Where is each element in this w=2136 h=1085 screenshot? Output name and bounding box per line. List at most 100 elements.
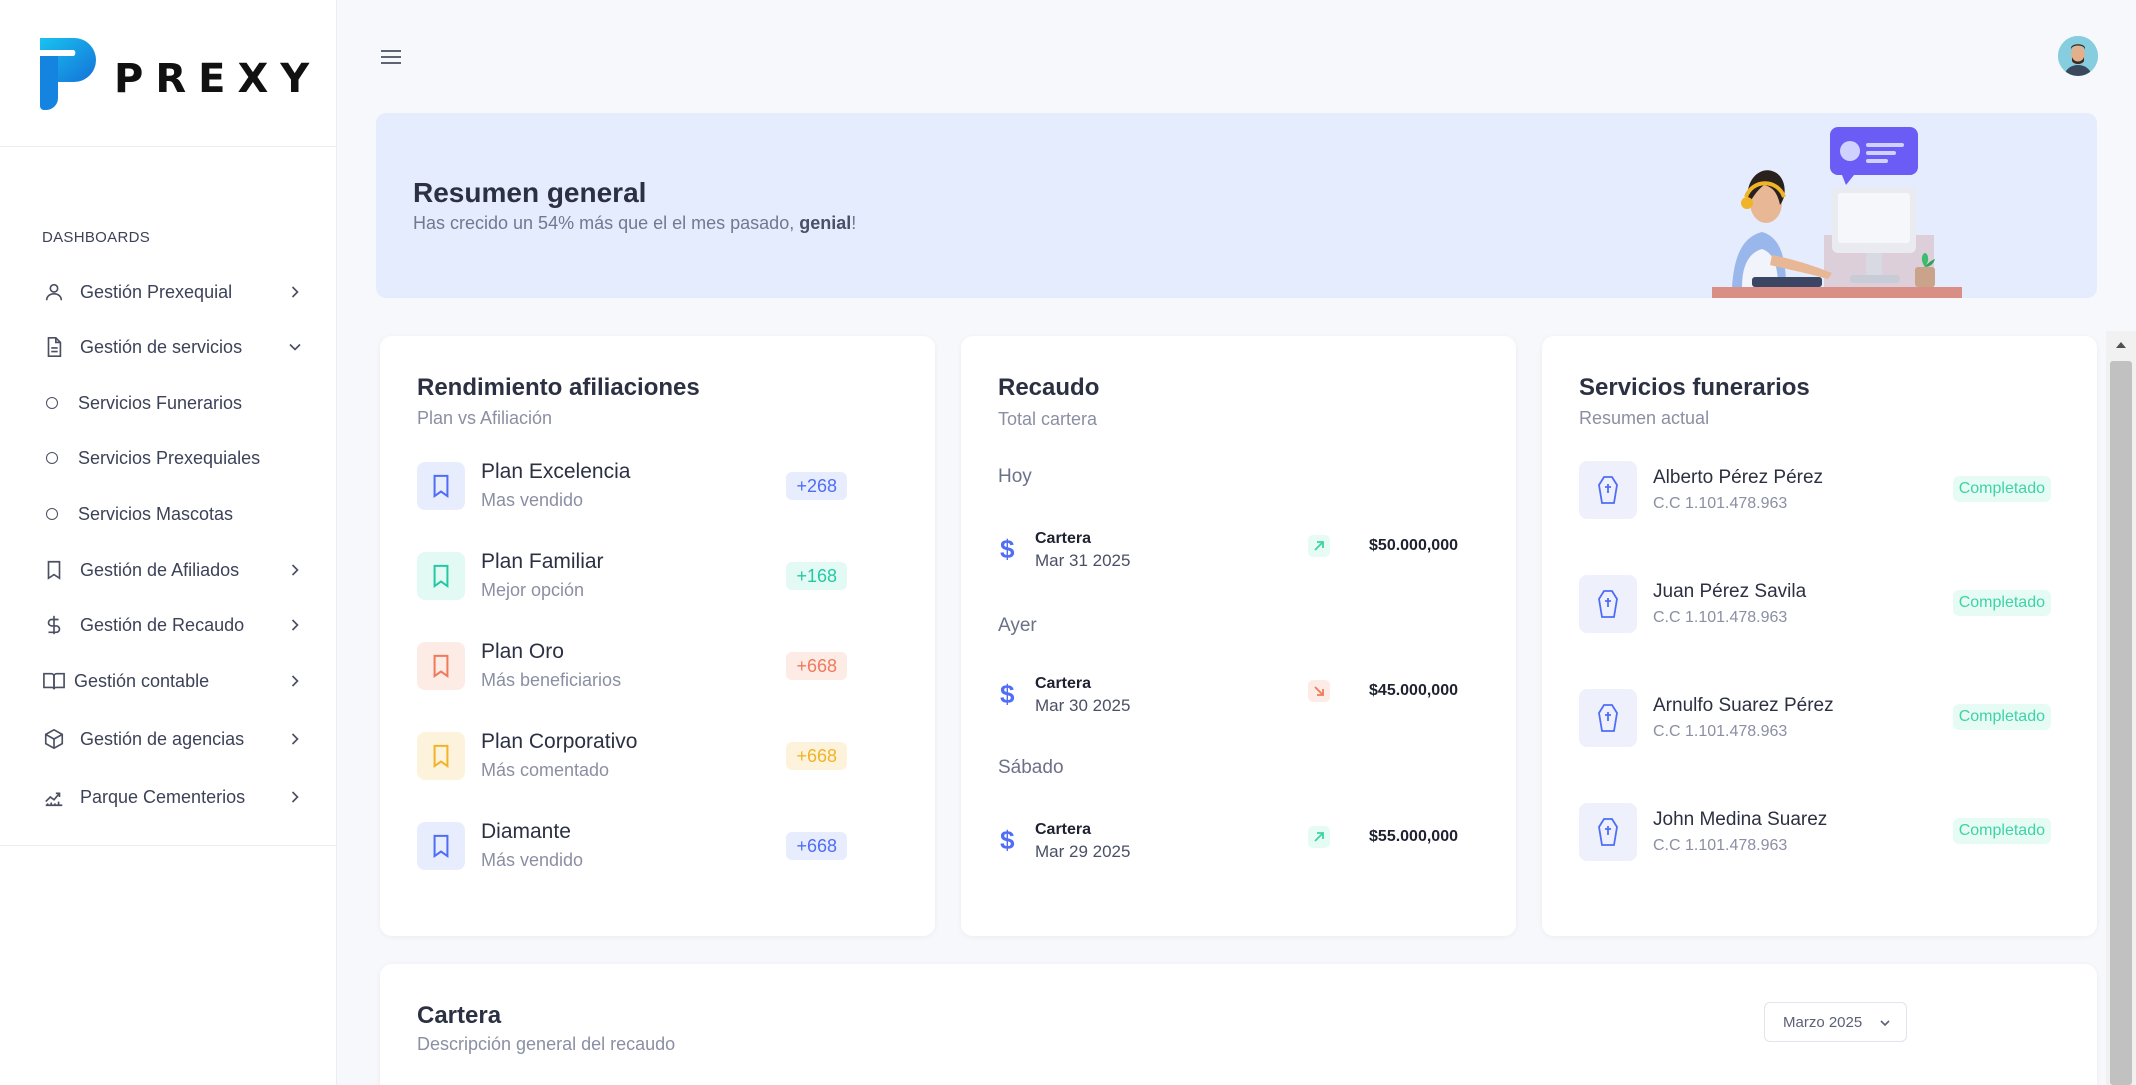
plan-name: Plan Oro: [481, 640, 564, 663]
deceased-id: C.C 1.101.478.963: [1653, 837, 1788, 854]
scrollbar-thumb[interactable]: [2110, 361, 2132, 1085]
period-select[interactable]: Marzo 2025: [1764, 1002, 1907, 1042]
chevron-right-icon: [291, 675, 299, 687]
plan-row-diamante[interactable]: Diamante Más vendido +668: [417, 820, 847, 876]
scroll-up-arrow-icon[interactable]: [2106, 331, 2136, 359]
card-subtitle: Descripción general del recaudo: [417, 1034, 676, 1054]
status-badge: Completado: [1952, 590, 2051, 616]
deceased-name: John Medina Suarez: [1653, 809, 1828, 830]
bookmark-icon: [417, 642, 465, 690]
plan-desc: Más vendido: [481, 850, 584, 870]
banner-title: Resumen general: [413, 177, 647, 208]
plan-badge: +668: [786, 832, 847, 860]
deceased-name: Arnulfo Suarez Pérez: [1653, 695, 1834, 716]
user-icon: [40, 278, 68, 306]
bookmark-icon: [417, 732, 465, 780]
sidebar-item-label: Gestión de Recaudo: [80, 614, 245, 635]
coffin-icon: [1579, 689, 1637, 747]
sidebar-item-gestion-recaudo[interactable]: Gestión de Recaudo: [40, 605, 305, 645]
sidebar-subitem-servicios-prexequiales[interactable]: Servicios Prexequiales: [46, 440, 260, 476]
sidebar-item-gestion-agencias[interactable]: Gestión de agencias: [40, 719, 305, 759]
card-title: Servicios funerarios: [1579, 374, 1810, 401]
plan-badge: +668: [786, 652, 847, 680]
plan-name: Diamante: [481, 820, 571, 843]
card-title: Rendimiento afiliaciones: [417, 374, 700, 401]
sidebar-item-parque-cementerios[interactable]: Parque Cementerios: [40, 777, 305, 817]
plan-name: Plan Corporativo: [481, 730, 638, 753]
recaudo-row[interactable]: $ Cartera Mar 31 2025 $50.000,000: [998, 530, 1458, 580]
sidebar-divider: [0, 845, 337, 846]
chevron-right-icon: [291, 619, 299, 631]
sidebar-subitem-servicios-funerarios[interactable]: Servicios Funerarios: [46, 385, 242, 421]
funeral-service-row[interactable]: Juan Pérez Savila C.C 1.101.478.963 Comp…: [1579, 575, 2051, 635]
plan-badge: +268: [786, 472, 847, 500]
card-cartera: Cartera Descripción general del recaudo …: [380, 964, 2097, 1085]
deceased-id: C.C 1.101.478.963: [1653, 723, 1788, 740]
card-subtitle: Plan vs Afiliación: [417, 408, 553, 428]
plan-badge: +668: [786, 742, 847, 770]
chart-up-icon: [40, 783, 68, 811]
sidebar-item-gestion-prexequial[interactable]: Gestión Prexequial: [40, 272, 305, 312]
card-title: Cartera: [417, 1002, 502, 1029]
arrow-up-right-icon: [1308, 535, 1330, 557]
brand-name: PREXY: [114, 56, 322, 102]
sidebar-item-gestion-contable[interactable]: Gestión contable: [40, 661, 305, 701]
plan-desc: Más beneficiarios: [481, 670, 622, 690]
card-subtitle: Total cartera: [998, 409, 1098, 429]
deceased-name: Alberto Pérez Pérez: [1653, 467, 1824, 488]
recaudo-amount: $50.000,000: [1369, 537, 1458, 554]
chevron-right-icon: [291, 286, 299, 298]
plan-desc: Mas vendido: [481, 490, 584, 510]
sidebar-item-label: Gestión de agencias: [80, 728, 245, 749]
sidebar-item-label: Parque Cementerios: [80, 786, 246, 807]
card-recaudo: Recaudo Total cartera Hoy $ Cartera Mar …: [961, 336, 1516, 936]
recaudo-date: Mar 31 2025: [1035, 551, 1131, 570]
recaudo-amount: $45.000,000: [1369, 682, 1458, 699]
plan-name: Plan Familiar: [481, 550, 604, 573]
brand-logo[interactable]: PREXY: [36, 36, 309, 111]
banner-subtitle: Has crecido un 54% más que el el mes pas…: [413, 213, 857, 233]
coffin-icon: [1579, 461, 1637, 519]
sidebar-divider: [0, 146, 337, 147]
menu-icon[interactable]: [379, 47, 403, 67]
sidebar-subitem-label: Servicios Mascotas: [78, 503, 234, 524]
plan-name: Plan Excelencia: [481, 460, 631, 483]
dollar-icon: $: [1000, 825, 1015, 855]
day-label: Sábado: [998, 757, 1064, 778]
recaudo-row[interactable]: $ Cartera Mar 30 2025 $45.000,000: [998, 675, 1458, 725]
sidebar-item-label: Gestión de servicios: [80, 336, 243, 357]
plan-desc: Mejor opción: [481, 580, 585, 600]
user-avatar[interactable]: [2058, 36, 2098, 76]
prexy-logo-icon: [40, 38, 96, 110]
plan-row-excelencia[interactable]: Plan Excelencia Mas vendido +268: [417, 460, 847, 516]
funeral-service-row[interactable]: John Medina Suarez C.C 1.101.478.963 Com…: [1579, 803, 2051, 863]
sidebar-item-label: Gestión Prexequial: [80, 281, 233, 302]
sidebar-subitem-servicios-mascotas[interactable]: Servicios Mascotas: [46, 496, 233, 532]
sidebar-item-label: Gestión contable: [74, 670, 210, 691]
circle-icon: [46, 452, 58, 464]
plan-row-corporativo[interactable]: Plan Corporativo Más comentado +668: [417, 730, 847, 786]
plan-row-familiar[interactable]: Plan Familiar Mejor opción +168: [417, 550, 847, 606]
sidebar-section-title: DASHBOARDS: [42, 229, 151, 246]
sidebar-item-gestion-servicios[interactable]: Gestión de servicios: [40, 327, 305, 367]
vertical-scrollbar[interactable]: [2106, 331, 2136, 1085]
sidebar-subitem-label: Servicios Funerarios: [78, 392, 243, 413]
box-icon: [40, 725, 68, 753]
status-badge: Completado: [1952, 476, 2051, 502]
avatar-image-icon: [2058, 36, 2098, 76]
plan-row-oro[interactable]: Plan Oro Más beneficiarios +668: [417, 640, 847, 696]
period-select-value: Marzo 2025: [1783, 1013, 1863, 1031]
bookmark-icon: [417, 552, 465, 600]
chevron-right-icon: [291, 733, 299, 745]
circle-icon: [46, 397, 58, 409]
plan-desc: Más comentado: [481, 760, 610, 780]
day-label: Hoy: [998, 466, 1032, 487]
card-rendimiento-afiliaciones: Rendimiento afiliaciones Plan vs Afiliac…: [380, 336, 935, 936]
book-icon: [40, 667, 68, 695]
arrow-up-right-icon: [1308, 826, 1330, 848]
sidebar-item-gestion-afiliados[interactable]: Gestión de Afiliados: [40, 550, 305, 590]
recaudo-row[interactable]: $ Cartera Mar 29 2025 $55.000,000: [998, 821, 1458, 871]
funeral-service-row[interactable]: Arnulfo Suarez Pérez C.C 1.101.478.963 C…: [1579, 689, 2051, 749]
funeral-service-row[interactable]: Alberto Pérez Pérez C.C 1.101.478.963 Co…: [1579, 461, 2051, 521]
deceased-name: Juan Pérez Savila: [1653, 581, 1807, 602]
